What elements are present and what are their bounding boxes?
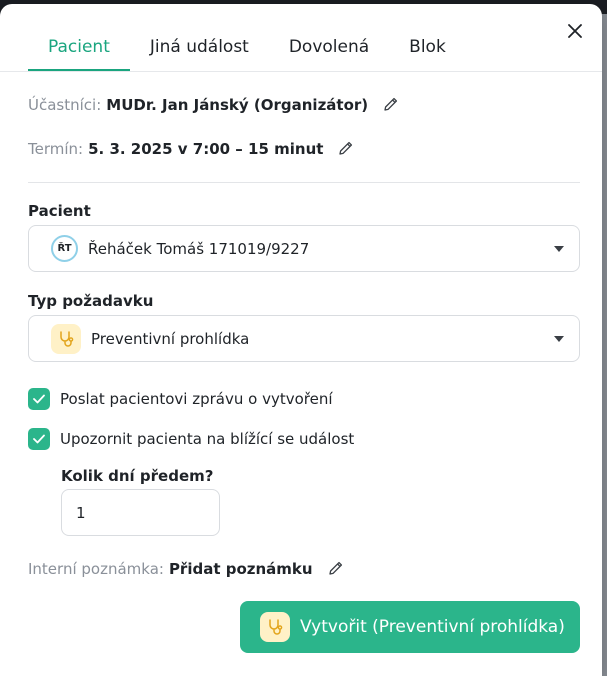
create-event-button-label: Vytvořit (Preventivní prohlídka) <box>300 617 565 637</box>
section-divider <box>28 182 580 183</box>
participants-row: Účastníci: MUDr. Jan Jánský (Organizátor… <box>28 96 401 114</box>
request-type-select-value: Preventivní prohlídka <box>91 329 250 348</box>
term-value: 5. 3. 2025 v 7:00 – 15 minut <box>88 140 324 158</box>
participants-label: Účastníci: <box>28 96 102 114</box>
tab-blok[interactable]: Blok <box>389 4 466 71</box>
tabs-divider <box>0 71 602 72</box>
edit-term-button[interactable] <box>338 140 356 158</box>
tab-jina-udalost[interactable]: Jiná událost <box>130 4 269 71</box>
chevron-down-icon <box>554 336 564 342</box>
edit-participants-button[interactable] <box>383 96 401 114</box>
close-button[interactable] <box>564 20 586 42</box>
participants-value: MUDr. Jan Jánský (Organizátor) <box>106 96 369 114</box>
send-message-checkbox[interactable] <box>28 388 50 410</box>
send-message-label: Poslat pacientovi zprávu o vytvoření <box>60 390 333 408</box>
request-type-select[interactable]: Preventivní prohlídka <box>28 315 580 362</box>
request-type-label: Typ požadavku <box>28 292 154 310</box>
create-event-dialog: Pacient Jiná událost Dovolená Blok Účast… <box>0 4 602 676</box>
add-note-link[interactable]: Přidat poznámku <box>169 560 313 578</box>
send-message-option[interactable]: Poslat pacientovi zprávu o vytvoření <box>28 388 333 410</box>
pencil-icon <box>339 141 353 155</box>
pencil-icon <box>328 561 342 575</box>
notify-option[interactable]: Upozornit pacienta na blížící se událost <box>28 428 354 450</box>
stethoscope-icon <box>260 612 290 642</box>
event-type-tabs: Pacient Jiná událost Dovolená Blok <box>28 4 466 71</box>
chevron-down-icon <box>554 246 564 252</box>
close-icon <box>568 24 582 38</box>
tab-dovolena[interactable]: Dovolená <box>269 4 389 71</box>
pencil-icon <box>384 97 398 111</box>
checkmark-icon <box>33 434 45 444</box>
patient-select-value: Řeháček Tomáš 171019/9227 <box>88 239 310 258</box>
term-row: Termín: 5. 3. 2025 v 7:00 – 15 minut <box>28 140 356 158</box>
edit-note-button[interactable] <box>328 560 346 578</box>
term-label: Termín: <box>28 140 84 158</box>
notify-label: Upozornit pacienta na blížící se událost <box>60 430 355 448</box>
create-event-button[interactable]: Vytvořit (Preventivní prohlídka) <box>240 601 580 653</box>
days-before-label: Kolik dní předem? <box>61 467 214 485</box>
patient-select[interactable]: ŘT Řeháček Tomáš 171019/9227 <box>28 225 580 272</box>
days-before-input[interactable] <box>61 489 220 536</box>
checkmark-icon <box>33 394 45 404</box>
patient-avatar: ŘT <box>51 235 78 262</box>
internal-note-row: Interní poznámka: Přidat poznámku <box>28 560 346 578</box>
tab-pacient[interactable]: Pacient <box>28 4 130 71</box>
patient-label: Pacient <box>28 202 91 220</box>
notify-checkbox[interactable] <box>28 428 50 450</box>
stethoscope-icon <box>51 323 81 354</box>
internal-note-label: Interní poznámka: <box>28 560 164 578</box>
